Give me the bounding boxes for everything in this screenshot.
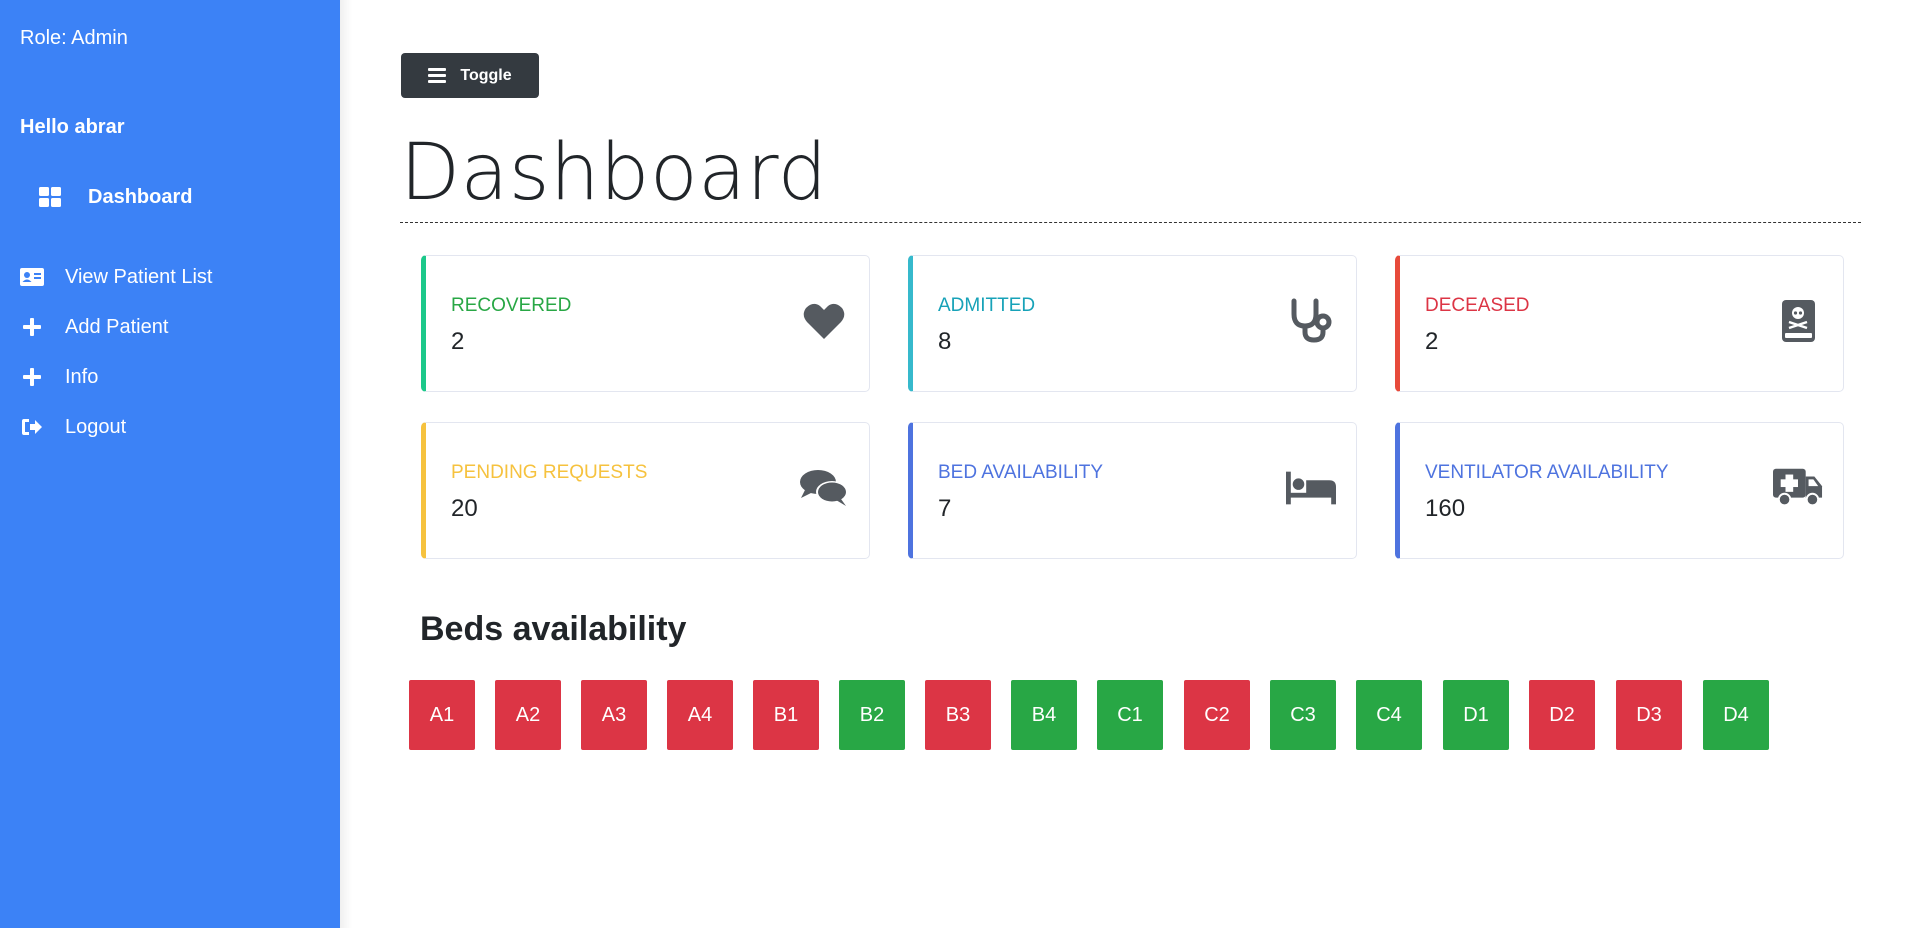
sidebar-item-label: Logout [65,415,127,438]
comments-icon [799,463,849,513]
bed-tile[interactable]: D2 [1529,680,1595,750]
card-value: 7 [938,495,952,522]
beds-section-title: Beds availability [420,610,687,648]
sidebar-item-info[interactable]: Info [20,365,98,389]
sidebar: Role: Admin Hello abrar Dashboard View P… [0,0,340,928]
card-value: 160 [1425,495,1466,522]
role-label: Role: Admin [20,27,128,49]
bed-tile[interactable]: A2 [495,680,561,750]
card-label: RECOVERED [451,295,572,316]
stethoscope-icon [1286,296,1336,346]
bed-tile[interactable]: B3 [925,680,991,750]
card-value: 8 [938,328,952,355]
plus-icon [20,365,44,389]
plus-icon [20,315,44,339]
bed-tile[interactable]: C1 [1097,680,1163,750]
id-card-icon [20,265,44,289]
heart-icon [799,296,849,346]
bed-tile[interactable]: D3 [1616,680,1682,750]
sidebar-item-add-patient[interactable]: Add Patient [20,315,168,339]
ambulance-icon [1773,463,1823,513]
stat-card-deceased: DECEASED 2 [1395,255,1844,392]
sidebar-item-label: Dashboard [88,185,193,208]
card-value: 2 [451,328,465,355]
bed-tile[interactable]: C4 [1356,680,1422,750]
stat-card-bed-availability: BED AVAILABILITY 7 [908,422,1357,559]
card-label: DECEASED [1425,295,1530,316]
toggle-label: Toggle [460,66,512,84]
bed-tile[interactable]: A3 [581,680,647,750]
card-label: BED AVAILABILITY [938,462,1104,483]
bed-tile[interactable]: B2 [839,680,905,750]
bars-icon [428,68,447,83]
bed-tile[interactable]: C2 [1184,680,1250,750]
sign-out-icon [20,415,44,439]
card-value: 2 [1425,328,1439,355]
dashboard-grid-icon [38,185,62,209]
bed-tile[interactable]: C3 [1270,680,1336,750]
bed-tile[interactable]: B4 [1011,680,1077,750]
bed-tile[interactable]: D1 [1443,680,1509,750]
bed-icon [1286,463,1336,513]
sidebar-item-view-patient-list[interactable]: View Patient List [20,265,213,289]
toggle-button[interactable]: Toggle [401,53,539,98]
card-label: PENDING REQUESTS [451,462,648,483]
bed-tile[interactable]: A1 [409,680,475,750]
skull-book-icon [1773,296,1823,346]
bed-tile[interactable]: D4 [1703,680,1769,750]
stat-card-pending-requests: PENDING REQUESTS 20 [421,422,870,559]
sidebar-shadow [340,0,352,928]
sidebar-item-label: Add Patient [65,315,169,338]
card-label: VENTILATOR AVAILABILITY [1425,462,1669,483]
stat-card-admitted: ADMITTED 8 [908,255,1357,392]
sidebar-item-label: View Patient List [65,265,213,288]
sidebar-item-label: Info [65,365,99,388]
stat-card-recovered: RECOVERED 2 [421,255,870,392]
page-title: Dashboard [400,128,828,218]
sidebar-item-dashboard[interactable]: Dashboard [38,185,192,209]
title-divider [400,222,1861,223]
card-value: 20 [451,495,478,522]
card-label: ADMITTED [938,295,1036,316]
bed-tile[interactable]: A4 [667,680,733,750]
sidebar-item-logout[interactable]: Logout [20,415,126,439]
greeting: Hello abrar [20,116,125,138]
stat-card-ventilator-availability: VENTILATOR AVAILABILITY 160 [1395,422,1844,559]
bed-tile[interactable]: B1 [753,680,819,750]
